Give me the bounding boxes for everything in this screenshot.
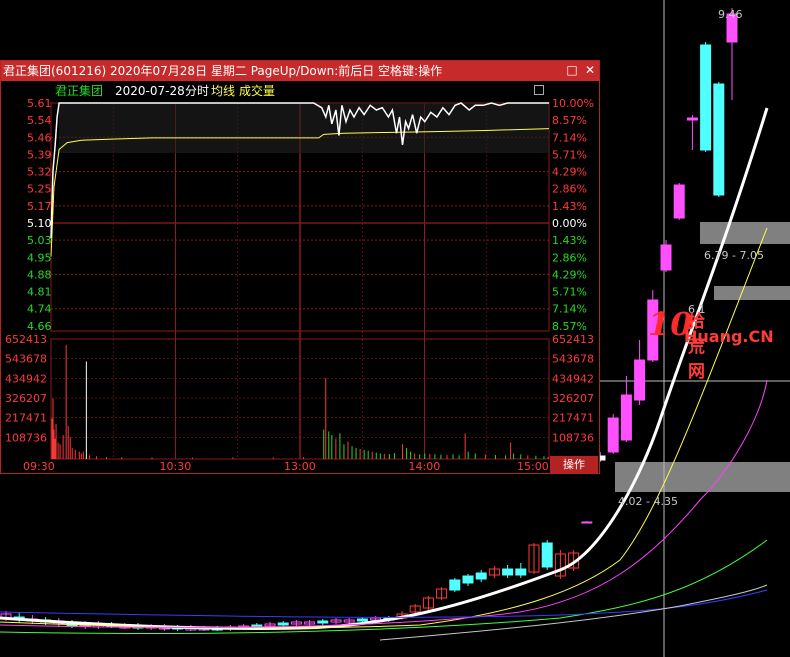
- volume-tick-label: 326207: [552, 392, 594, 405]
- price-tick-label: 5.25: [27, 183, 52, 196]
- intraday-chart[interactable]: 5.615.545.465.395.325.255.175.105.034.95…: [1, 61, 599, 473]
- percent-tick-label: 8.57%: [552, 114, 587, 127]
- price-tick-label: 5.17: [27, 200, 52, 213]
- price-range-band: [700, 222, 790, 244]
- volume-tick-label: 434942: [5, 372, 47, 385]
- candle: [660, 244, 672, 271]
- price-tick-label: 4.95: [27, 251, 52, 264]
- price-tick-label: 5.03: [27, 234, 52, 247]
- volume-tick-label: 108736: [5, 431, 47, 444]
- price-tick-label: 5.10: [27, 217, 52, 230]
- percent-tick-label: 2.86%: [552, 183, 587, 196]
- volume-tick-label: 652413: [552, 333, 594, 346]
- percent-tick-label: 4.29%: [552, 268, 587, 281]
- volume-tick-label: 217471: [5, 412, 47, 425]
- price-tick-label: 4.66: [27, 320, 52, 333]
- kline-high-label: 9.46: [718, 8, 743, 21]
- candle: [634, 359, 646, 401]
- price-tick-label: 4.88: [27, 268, 52, 281]
- chart-mode: 分时: [185, 84, 210, 98]
- intraday-popup-window[interactable]: 5.61 5.54 5.46 5.39 5.32 5.25 5.17 5.10 5.03 4.95…: [0, 60, 600, 474]
- maximize-icon[interactable]: □: [566, 64, 578, 76]
- percent-tick-label: 5.71%: [552, 286, 587, 299]
- chart-date: 2020-07-28: [115, 84, 185, 98]
- candle: [581, 521, 593, 524]
- price-tick-label: 5.32: [27, 166, 52, 179]
- popup-title: 君正集团(601216) 2020年07月28日 星期二 PageUp/Down…: [3, 64, 443, 78]
- price-tick-label: 5.46: [27, 131, 52, 144]
- popup-subheader: 君正集团 2020-07-28 分时 均线 成交量: [1, 82, 599, 100]
- time-tick-label: 10:30: [160, 460, 192, 473]
- candle: [713, 83, 725, 196]
- kline-range-label-upper: 6.79 - 7.05: [704, 249, 764, 262]
- percent-tick-label: 0.00%: [552, 217, 587, 230]
- candle: [700, 44, 712, 151]
- time-tick-label: 15:00: [517, 460, 549, 473]
- percent-tick-label: 4.29%: [552, 166, 587, 179]
- time-tick-label: 13:00: [284, 460, 316, 473]
- volume-tick-label: 108736: [552, 431, 594, 444]
- candle: [673, 184, 685, 219]
- candle: [515, 568, 527, 576]
- price-tick-label: 4.81: [27, 286, 52, 299]
- time-tick-label: 09:30: [23, 460, 55, 473]
- watermark-url: Huang.CN: [684, 327, 774, 346]
- operate-button[interactable]: 操作: [550, 456, 598, 473]
- volume-tick-label: 434942: [552, 372, 594, 385]
- percent-tick-label: 7.14%: [552, 303, 587, 316]
- percent-tick-label: 7.14%: [552, 131, 587, 144]
- limit-up-shade: [59, 103, 549, 153]
- percent-tick-label: 8.57%: [552, 320, 587, 333]
- candle: [686, 117, 698, 121]
- price-range-band: [714, 286, 790, 300]
- candle: [317, 620, 329, 624]
- volume-label[interactable]: 成交量: [239, 82, 275, 100]
- volume-tick-label: 652413: [5, 333, 47, 346]
- candle: [277, 622, 289, 626]
- percent-tick-label: 2.86%: [552, 251, 587, 264]
- percent-tick-label: 1.43%: [552, 234, 587, 247]
- candle: [356, 618, 368, 622]
- candle: [607, 417, 619, 453]
- volume-tick-label: 217471: [552, 412, 594, 425]
- percent-tick-label: 5.71%: [552, 148, 587, 161]
- volume-tick-label: 543678: [552, 353, 594, 366]
- kline-range-label-lower: 4.02 - 4.35: [618, 495, 678, 508]
- price-tick-label: 5.39: [27, 148, 52, 161]
- candle: [502, 568, 514, 576]
- popup-title-bar[interactable]: 君正集团(601216) 2020年07月28日 星期二 PageUp/Down…: [1, 61, 599, 81]
- volume-tick-label: 543678: [5, 353, 47, 366]
- percent-tick-label: 1.43%: [552, 200, 587, 213]
- window-toggle-icon[interactable]: [534, 85, 544, 95]
- moving-average-line: [379, 584, 768, 641]
- candle: [541, 542, 553, 568]
- time-tick-label: 14:00: [409, 460, 441, 473]
- candle: [449, 579, 461, 591]
- price-tick-label: 4.74: [27, 303, 52, 316]
- stock-name: 君正集团: [55, 84, 104, 98]
- price-tick-label: 5.54: [27, 114, 52, 127]
- candle: [462, 575, 474, 584]
- candle: [475, 572, 487, 580]
- volume-tick-label: 326207: [5, 392, 47, 405]
- avg-line-label[interactable]: 均线: [211, 82, 235, 100]
- candle: [620, 394, 632, 441]
- close-icon[interactable]: ✕: [584, 64, 596, 76]
- moving-average-line: [0, 589, 768, 618]
